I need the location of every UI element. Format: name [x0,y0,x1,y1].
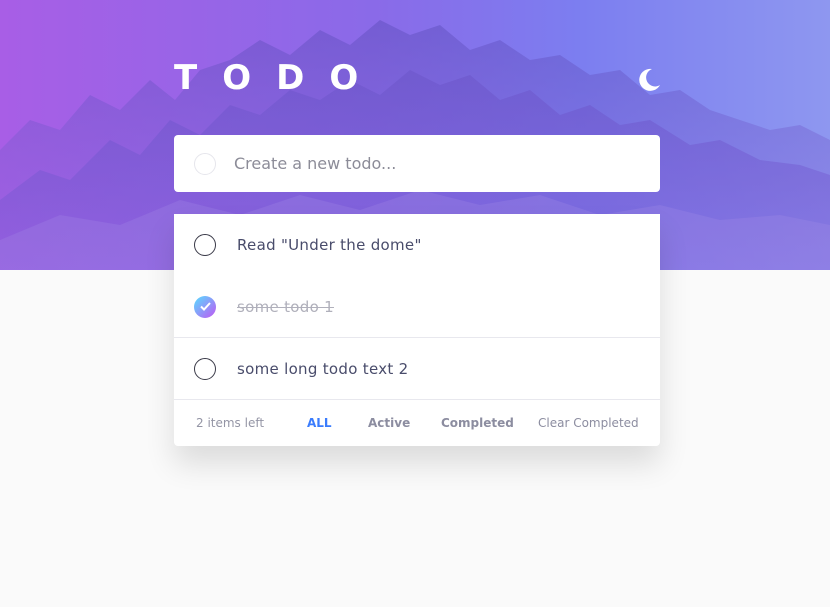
todo-item-text: Read "Under the dome" [237,236,422,254]
list-footer: 2 items left ALL Active Completed Clear … [174,400,660,446]
filter-completed[interactable]: Completed [441,416,514,430]
todo-item-text: some long todo text 2 [237,359,409,378]
todo-item[interactable]: some todo 1 [174,276,660,338]
todo-item[interactable]: some long todo text 2 [174,338,660,400]
todo-list: Read "Under the dome" some todo 1 some l… [174,214,660,446]
checkbox-icon[interactable] [194,357,216,380]
checkmark-icon [199,302,211,311]
checkbox-icon[interactable] [194,234,216,256]
new-todo-input[interactable] [234,154,614,173]
clear-completed-button[interactable]: Clear Completed [538,416,639,430]
checked-checkbox-icon[interactable] [194,295,216,318]
new-todo-circle-icon [194,152,216,175]
page-title: TODO [174,58,384,98]
new-todo-bar [174,135,660,192]
todo-item-text: some todo 1 [237,297,334,316]
moon-icon[interactable] [636,66,664,96]
todo-item[interactable]: Read "Under the dome" [174,214,660,276]
filter-all[interactable]: ALL [307,416,332,430]
items-left-count: 2 items left [196,416,265,430]
filter-active[interactable]: Active [368,416,410,430]
